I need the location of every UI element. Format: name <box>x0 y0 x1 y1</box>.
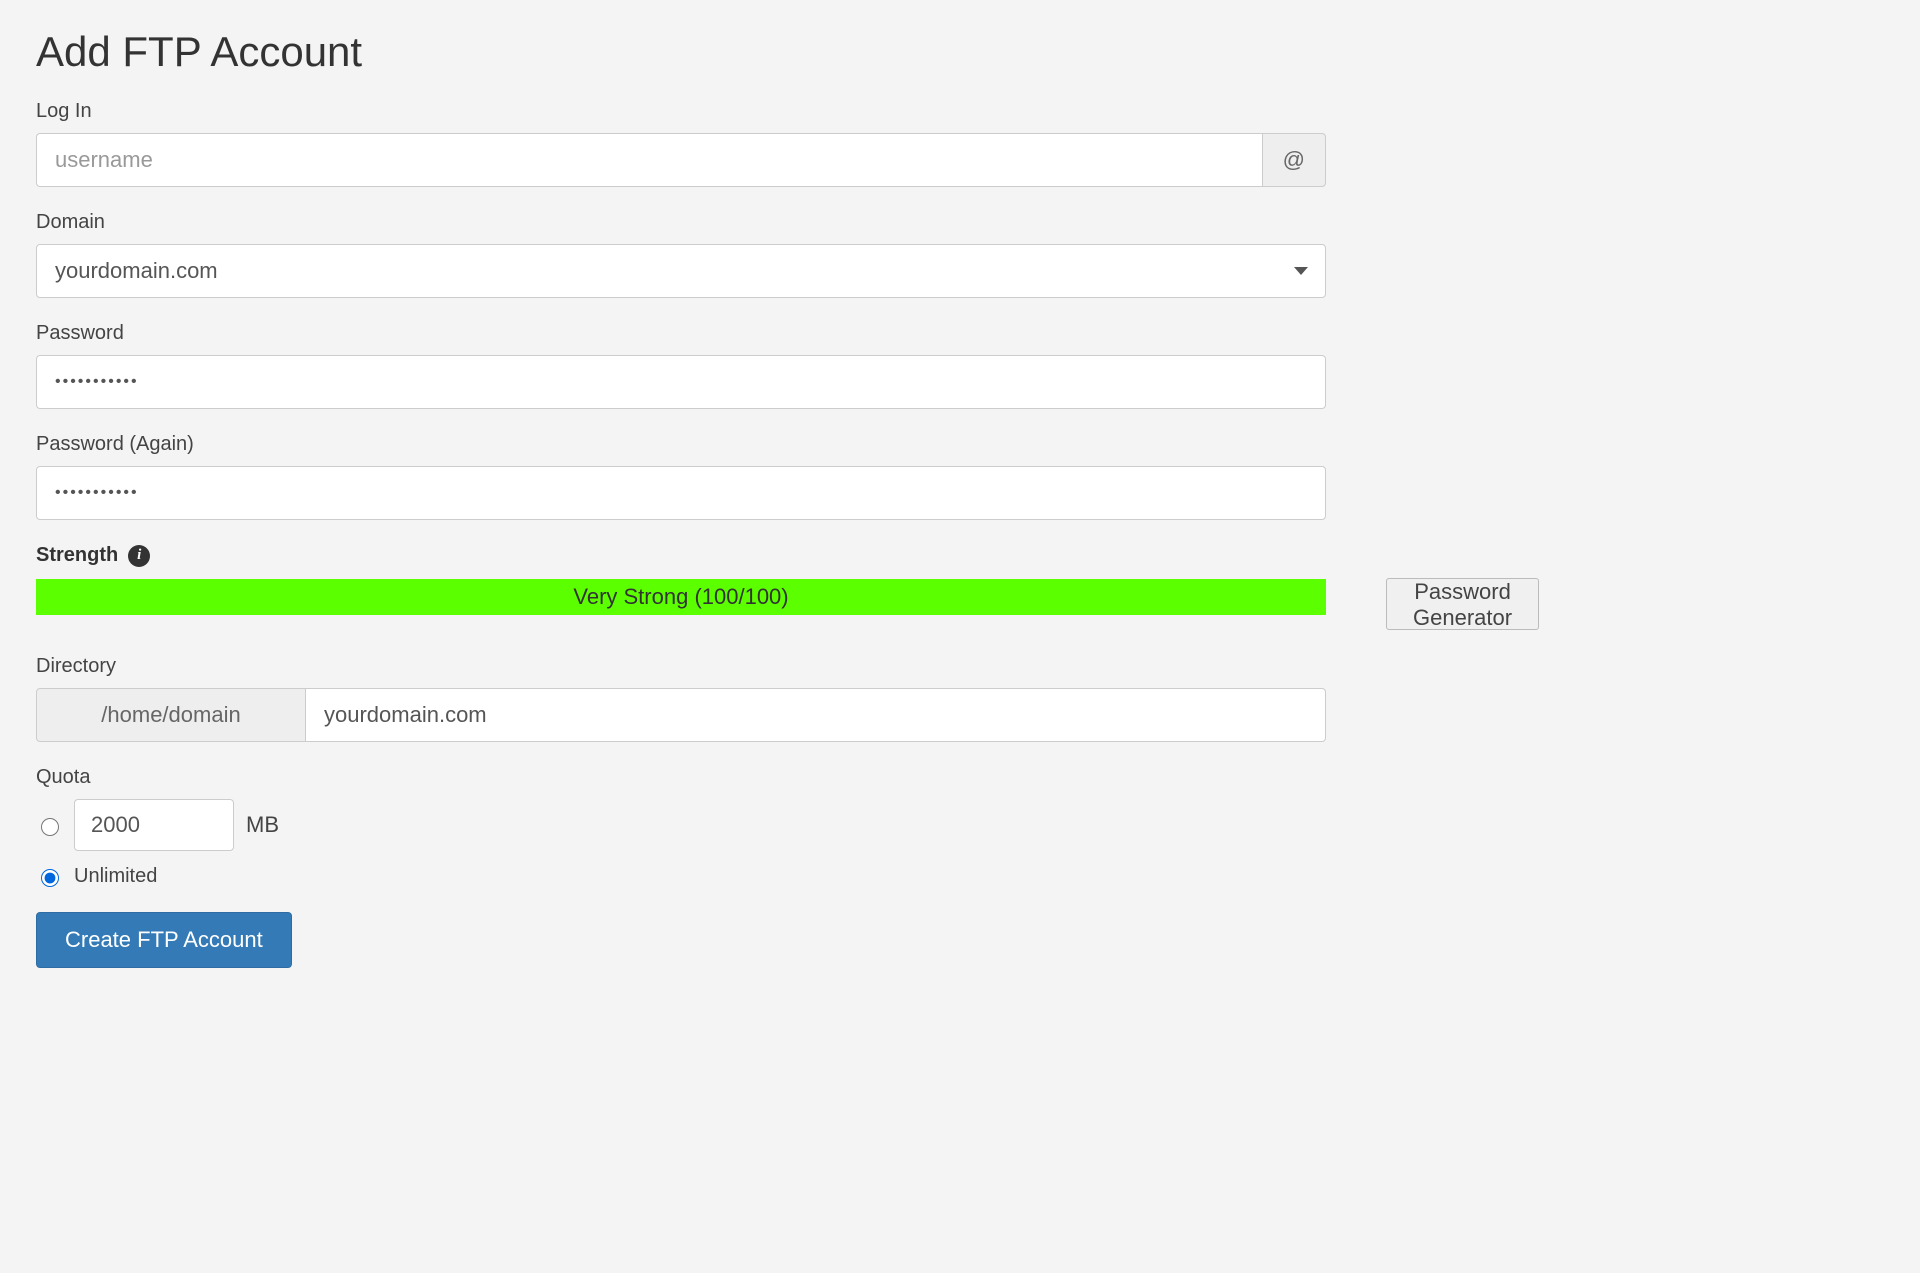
info-icon[interactable]: i <box>128 545 150 567</box>
password-generator-button[interactable]: Password Generator <box>1386 578 1539 630</box>
domain-label: Domain <box>36 211 1326 234</box>
password-again-input[interactable] <box>36 466 1326 520</box>
quota-unlimited-label: Unlimited <box>74 865 157 888</box>
quota-size-radio[interactable] <box>41 818 59 836</box>
directory-prefix: /home/domain <box>36 688 306 742</box>
create-ftp-account-button[interactable]: Create FTP Account <box>36 912 292 968</box>
strength-meter: Very Strong (100/100) <box>36 579 1326 615</box>
directory-input[interactable] <box>306 688 1326 742</box>
domain-select[interactable]: yourdomain.com <box>36 244 1326 298</box>
login-input[interactable] <box>36 133 1262 187</box>
quota-label: Quota <box>36 766 1326 789</box>
quota-unlimited-radio[interactable] <box>41 869 59 887</box>
page-title: Add FTP Account <box>36 28 1336 76</box>
directory-label: Directory <box>36 655 1326 678</box>
at-addon: @ <box>1262 133 1326 187</box>
quota-unit: MB <box>246 812 279 838</box>
strength-label: Strength <box>36 544 118 567</box>
password-again-label: Password (Again) <box>36 433 1326 456</box>
password-label: Password <box>36 322 1326 345</box>
quota-size-input[interactable] <box>74 799 234 851</box>
login-label: Log In <box>36 100 1326 123</box>
password-input[interactable] <box>36 355 1326 409</box>
